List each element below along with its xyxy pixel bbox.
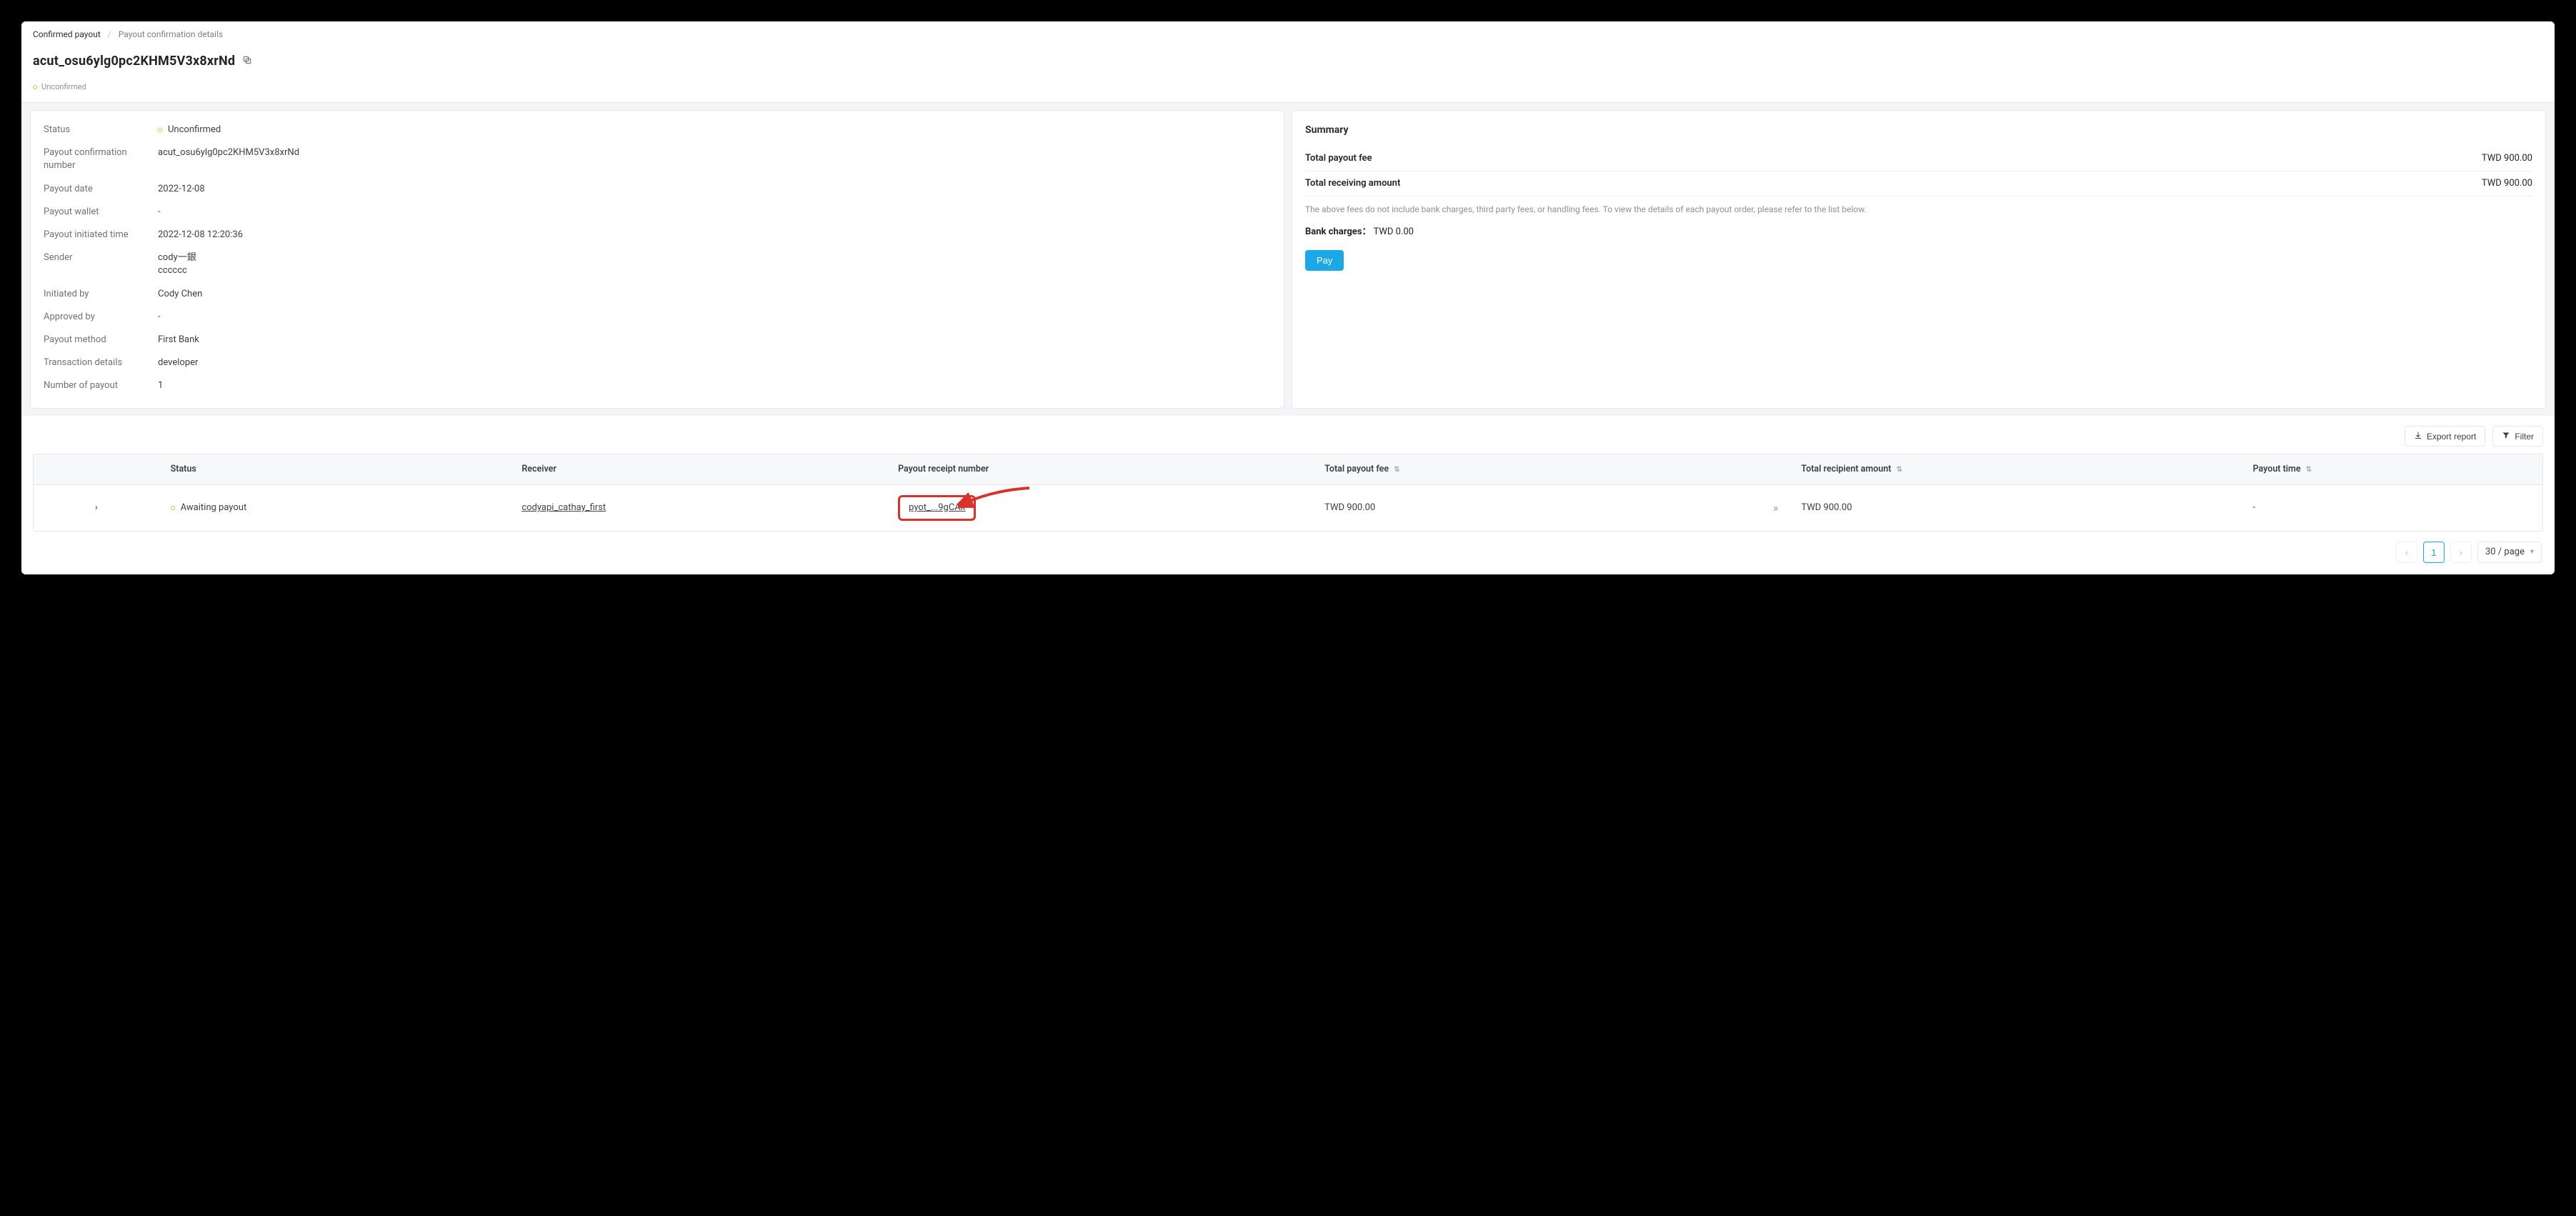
pagination: ‹ 1 › 30 / page ▾ — [33, 532, 2543, 566]
filter-icon — [2502, 431, 2510, 442]
cell-fee: TWD 900.00 » — [1313, 485, 1789, 531]
copy-icon — [242, 55, 252, 67]
summary-title: Summary — [1305, 124, 2532, 138]
value-sender: cody一銀 cccccc — [158, 251, 1271, 277]
value-status: Unconfirmed — [158, 124, 1271, 136]
value-number-of-payout: 1 — [158, 379, 1271, 392]
cell-status: Awaiting payout — [159, 485, 511, 531]
summary-fee-value: TWD 900.00 — [2482, 152, 2532, 165]
breadcrumb: Confirmed payout / Payout confirmation d… — [33, 29, 2543, 41]
col-fee-label: Total payout fee — [1324, 464, 1389, 474]
cell-status-text: Awaiting payout — [181, 502, 247, 514]
label-number-of-payout: Number of payout — [44, 379, 151, 392]
filter-label: Filter — [2515, 432, 2534, 442]
label-confirmation-number: Payout confirmation number — [44, 146, 151, 172]
payout-table: Status Receiver Payout receipt number To… — [33, 454, 2543, 532]
label-payout-date: Payout date — [44, 183, 151, 196]
status-dot-icon — [33, 85, 37, 89]
col-receipt[interactable]: Payout receipt number — [887, 454, 1313, 485]
cell-recipient: TWD 900.00 — [1789, 485, 2241, 531]
label-payout-method: Payout method — [44, 334, 151, 347]
expand-row-toggle[interactable]: › — [95, 502, 98, 513]
value-initiated-by: Cody Chen — [158, 288, 1271, 301]
col-time-label: Payout time — [2253, 464, 2301, 474]
summary-recv-label: Total receiving amount — [1305, 177, 1400, 190]
summary-bank-charges: Bank charges： TWD 0.00 — [1305, 226, 2532, 239]
status-dot-icon — [171, 506, 175, 510]
status-dot-icon — [158, 128, 162, 132]
value-approved-by: - — [158, 311, 1271, 324]
copy-id-button[interactable] — [241, 54, 254, 69]
label-init-time: Payout initiated time — [44, 229, 151, 241]
pager-next-button[interactable]: › — [2450, 542, 2472, 563]
value-transaction-details: developer — [158, 357, 1271, 369]
col-status[interactable]: Status — [159, 454, 511, 485]
summary-card: Summary Total payout fee TWD 900.00 Tota… — [1292, 110, 2546, 409]
header-status-tag: Unconfirmed — [33, 81, 86, 92]
cell-receiver: codyapi_cathay_first — [510, 485, 887, 531]
summary-row-recv: Total receiving amount TWD 900.00 — [1305, 171, 2532, 196]
cell-receipt: pyot_...9gCAk — [887, 485, 1313, 531]
chevron-down-icon: ▾ — [2530, 547, 2534, 557]
overflow-indicator-icon: » — [1773, 500, 1780, 516]
export-report-label: Export report — [2427, 432, 2476, 442]
label-transaction-details: Transaction details — [44, 357, 151, 369]
summary-recv-value: TWD 900.00 — [2482, 177, 2532, 190]
payout-receipt-link[interactable]: pyot_...9gCAk — [898, 495, 976, 521]
sort-icon: ⇅ — [1394, 466, 1399, 474]
value-status-text: Unconfirmed — [168, 124, 221, 136]
pager-prev-button[interactable]: ‹ — [2396, 542, 2417, 563]
page-title: acut_osu6ylg0pc2KHM5V3x8xrNd — [33, 52, 235, 70]
page-header: Confirmed payout / Payout confirmation d… — [21, 21, 2555, 103]
breadcrumb-root[interactable]: Confirmed payout — [33, 29, 101, 41]
value-payout-wallet: - — [158, 206, 1271, 219]
summary-row-fee: Total payout fee TWD 900.00 — [1305, 146, 2532, 171]
value-confirmation-number: acut_osu6ylg0pc2KHM5V3x8xrNd — [158, 146, 1271, 172]
col-recipient-label: Total recipient amount — [1801, 464, 1891, 474]
breadcrumb-current: Payout confirmation details — [119, 29, 223, 41]
sort-icon: ⇅ — [2306, 466, 2312, 474]
pager-page-1[interactable]: 1 — [2423, 542, 2445, 563]
table-toolbar: Export report Filter — [33, 426, 2543, 447]
per-page-select[interactable]: 30 / page ▾ — [2477, 542, 2542, 563]
value-init-time: 2022-12-08 12:20:36 — [158, 229, 1271, 241]
details-card: Status Unconfirmed Payout confirmation n… — [30, 110, 1284, 409]
label-approved-by: Approved by — [44, 311, 151, 324]
table-row: › Awaiting payout codyapi_cathay_first — [34, 485, 2542, 531]
breadcrumb-separator: / — [108, 29, 111, 41]
value-payout-date: 2022-12-08 — [158, 183, 1271, 196]
payout-confirmation-page: Confirmed payout / Payout confirmation d… — [21, 21, 2555, 574]
label-sender: Sender — [44, 251, 151, 277]
export-report-button[interactable]: Export report — [2405, 426, 2485, 447]
payout-table-section: Export report Filter — [21, 416, 2555, 574]
col-fee[interactable]: Total payout fee ⇅ — [1313, 454, 1789, 485]
sort-icon: ⇅ — [1897, 466, 1902, 474]
cell-fee-text: TWD 900.00 — [1324, 502, 1375, 513]
header-status-text: Unconfirmed — [41, 81, 86, 92]
receiver-link[interactable]: codyapi_cathay_first — [521, 502, 606, 513]
summary-fee-label: Total payout fee — [1305, 152, 1372, 165]
value-payout-method: First Bank — [158, 334, 1271, 347]
download-icon — [2414, 431, 2422, 442]
col-expand — [34, 454, 159, 485]
label-payout-wallet: Payout wallet — [44, 206, 151, 219]
filter-button[interactable]: Filter — [2492, 426, 2543, 447]
col-recipient[interactable]: Total recipient amount ⇅ — [1789, 454, 2241, 485]
label-status: Status — [44, 124, 151, 136]
per-page-label: 30 / page — [2485, 546, 2525, 559]
pay-button[interactable]: Pay — [1305, 250, 1344, 271]
summary-bank-value: TWD 0.00 — [1373, 226, 1414, 237]
summary-bank-label: Bank charges： — [1305, 226, 1372, 237]
cell-time: - — [2242, 485, 2542, 531]
summary-note: The above fees do not include bank charg… — [1305, 204, 2532, 216]
label-initiated-by: Initiated by — [44, 288, 151, 301]
col-receiver[interactable]: Receiver — [510, 454, 887, 485]
col-time[interactable]: Payout time ⇅ — [2242, 454, 2542, 485]
